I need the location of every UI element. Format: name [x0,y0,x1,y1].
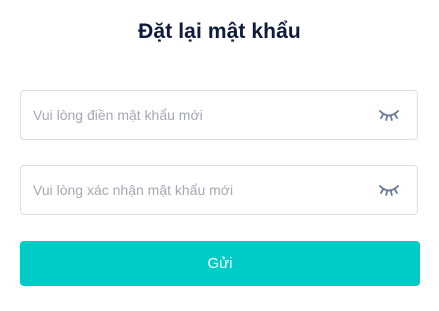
toggle-new-password-button[interactable] [377,104,401,126]
new-password-input[interactable] [21,91,361,139]
new-password-field [20,90,418,140]
confirm-password-field [20,165,418,215]
eye-closed-icon [379,110,399,121]
confirm-password-input[interactable] [21,166,361,214]
submit-button[interactable]: Gửi [20,241,420,286]
toggle-confirm-password-button[interactable] [377,179,401,201]
page-title: Đặt lại mật khẩu [138,20,301,43]
eye-closed-icon [379,185,399,196]
